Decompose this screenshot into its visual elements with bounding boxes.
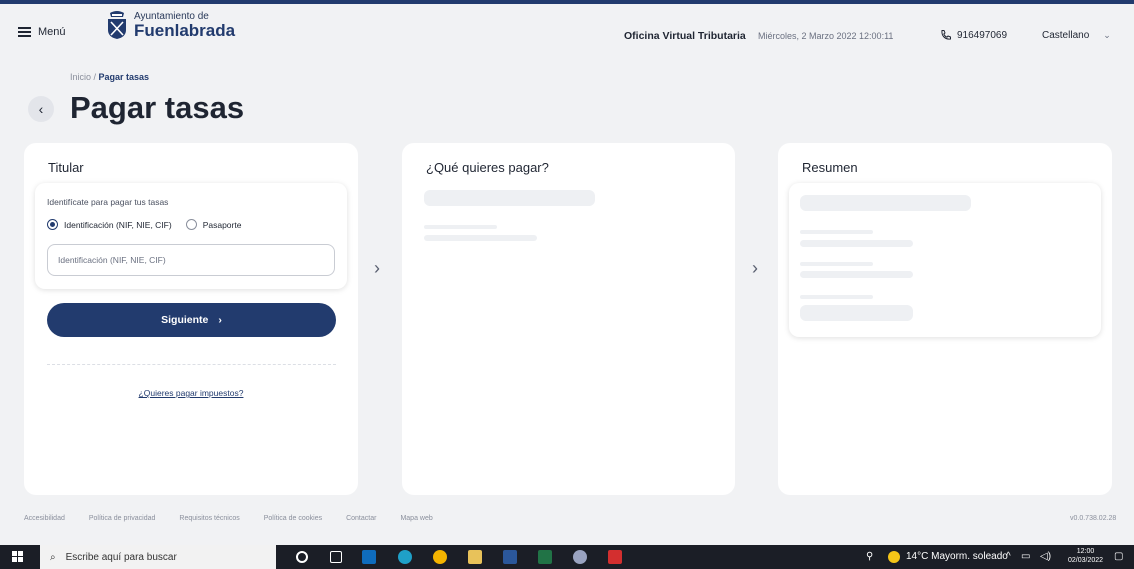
language-select[interactable]: Castellano ⌄ [1042,30,1111,41]
taskbar: ⌕ Escribe aquí para buscar ⚲ 14°C Mayorm… [0,545,1134,569]
outlook-icon[interactable] [362,550,376,564]
clock-date: 02/03/2022 [1068,557,1104,564]
phone-icon [941,30,951,40]
identification-input[interactable] [47,244,335,276]
word-icon[interactable] [503,550,517,564]
edge-icon[interactable] [398,550,412,564]
summary-card: Resumen [778,143,1112,495]
skeleton-line [424,235,537,241]
network-icon[interactable]: ▭ [1021,551,1030,562]
breadcrumb-home[interactable]: Inicio [70,72,91,82]
footer-link-requisitos[interactable]: Requisitos técnicos [179,515,239,522]
divider [47,364,336,365]
footer-link-mapa-web[interactable]: Mapa web [400,515,432,522]
logo-line1: Ayuntamiento de [134,10,209,22]
step-arrow-icon: › [374,258,380,278]
radio-selected-icon [47,219,58,230]
logo[interactable]: Ayuntamiento de Fuenlabrada [106,10,235,40]
page-title: Pagar tasas [70,90,245,125]
volume-icon[interactable]: ◁) [1040,551,1051,562]
footer-link-cookies[interactable]: Política de cookies [264,515,322,522]
skeleton-line [800,271,913,278]
skeleton-block [800,195,971,211]
excel-icon[interactable] [538,550,552,564]
next-button[interactable]: Siguiente › [47,303,336,337]
phone-link[interactable]: 916497069 [940,29,1007,41]
weather-text[interactable]: 14°C Mayorm. soleado [906,551,1008,562]
office-title: Oficina Virtual Tributaria [624,30,746,42]
titular-title: Titular [48,160,84,175]
coat-of-arms-icon [108,11,126,39]
search-icon: ⌕ [50,551,56,563]
header: Menú Ayuntamiento de Fuenlabrada Oficina… [0,4,1134,64]
skeleton-line [800,240,913,247]
hamburger-icon [18,27,31,37]
logo-line2: Fuenlabrada [134,20,236,40]
back-button[interactable]: ‹ [28,96,54,122]
language-label: Castellano [1042,30,1090,41]
datetime: Miércoles, 2 Marzo 2022 12:00:11 [758,31,894,41]
footer-link-accesibilidad[interactable]: Accesibilidad [24,515,65,522]
next-label: Siguiente [161,314,209,326]
skeleton-block [424,190,595,206]
taskbar-search-placeholder: Escribe aquí para buscar [65,551,177,563]
skeleton-block [800,305,913,321]
footer-links: Accesibilidad Política de privacidad Req… [24,515,433,522]
id-type-radio-group: Identificación (NIF, NIE, CIF) Pasaporte [47,219,255,230]
identification-box: Identifícate para pagar tus tasas Identi… [35,183,347,289]
clock-time: 12:00 [1076,548,1095,555]
taskbar-search[interactable]: ⌕ Escribe aquí para buscar [40,545,276,569]
chrome-icon[interactable] [433,550,447,564]
skeleton-line [424,225,497,229]
breadcrumb: Inicio / Pagar tasas [70,72,150,82]
app-icon[interactable] [573,550,587,564]
taskbar-clock[interactable]: 12:00 02/03/2022 [1068,547,1103,565]
file-explorer-icon[interactable] [468,550,482,564]
summary-box [789,183,1101,337]
menu-label: Menú [38,26,66,38]
version-label: v0.0.738.02.28 [1070,515,1117,522]
phone-number: 916497069 [957,29,1008,41]
radio-identificacion[interactable]: Identificación (NIF, NIE, CIF) [47,219,172,230]
summary-title: Resumen [802,160,858,175]
footer-link-privacidad[interactable]: Política de privacidad [89,515,156,522]
chevron-down-icon: ⌄ [1103,30,1111,40]
skeleton-line [800,230,873,234]
chevron-left-icon: ‹ [38,101,44,117]
what-to-pay-title: ¿Qué quieres pagar? [426,160,549,175]
radio-pasaporte[interactable]: Pasaporte [185,219,241,230]
acrobat-icon[interactable] [608,550,622,564]
task-view-icon[interactable] [330,551,342,563]
windows-start-icon[interactable] [12,551,24,563]
chevron-right-icon: › [218,314,222,326]
skeleton-line [800,295,873,299]
radio-unselected-icon [185,219,197,230]
what-to-pay-card: ¿Qué quieres pagar? [402,143,735,495]
people-icon[interactable]: ⚲ [866,551,873,562]
tray-chevron-icon[interactable]: ^ [1006,551,1011,562]
weather-icon [888,551,900,563]
menu-button[interactable]: Menú [18,26,66,38]
skeleton-line [800,262,873,266]
cortana-icon[interactable] [296,551,308,563]
pay-taxes-link[interactable]: ¿Quieres pagar impuestos? [24,388,358,398]
notifications-icon[interactable]: ▢ [1114,551,1123,562]
footer-link-contactar[interactable]: Contactar [346,515,376,522]
breadcrumb-current: Pagar tasas [98,72,150,82]
titular-card: Titular Identifícate para pagar tus tasa… [24,143,358,495]
step-arrow-icon: › [752,258,758,278]
identify-hint: Identifícate para pagar tus tasas [47,197,169,207]
